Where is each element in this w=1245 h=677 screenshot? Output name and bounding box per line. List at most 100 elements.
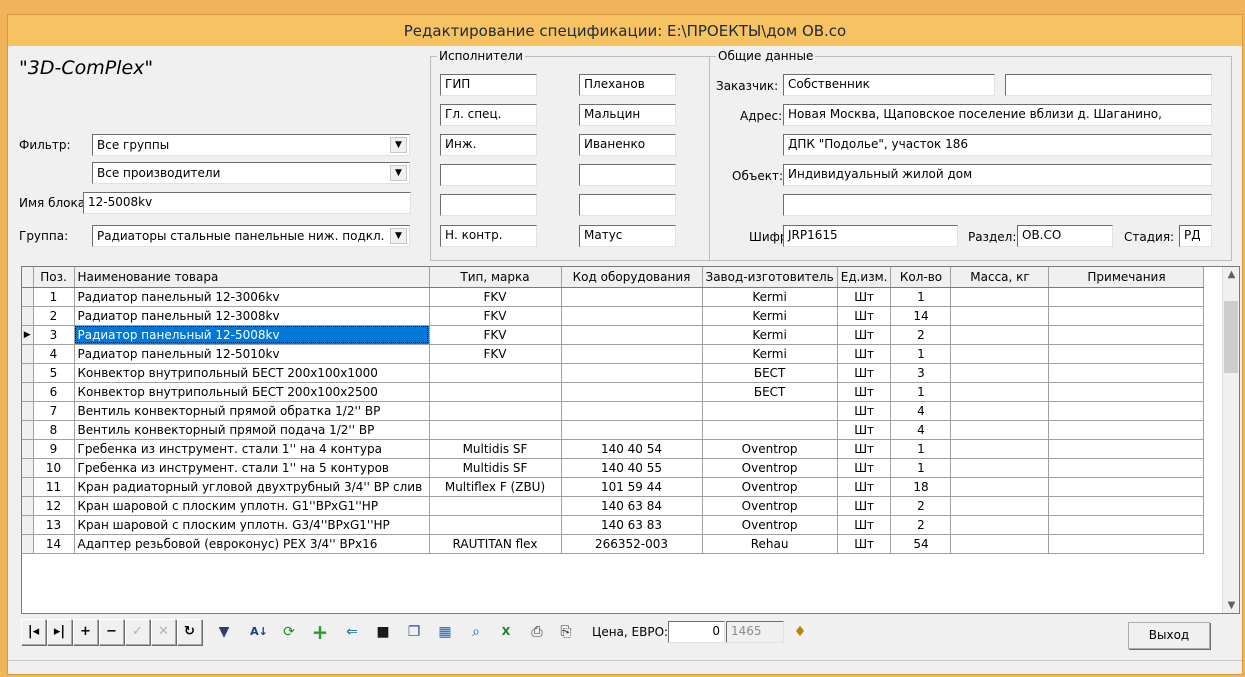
table-cell-notes[interactable] [1048, 515, 1205, 535]
table-cell-type[interactable] [429, 496, 562, 516]
table-cell-mass[interactable] [950, 515, 1050, 535]
table-cell-pos[interactable]: 5 [33, 363, 75, 383]
table-cell-unit[interactable]: Шт [837, 363, 892, 383]
table-cell-pos[interactable]: 14 [33, 534, 75, 554]
table-cell-unit[interactable]: Шт [837, 382, 892, 402]
table-cell-maker[interactable]: Kermi [702, 325, 838, 345]
table-cell-maker[interactable]: Oventrop [702, 477, 838, 497]
row-indicator[interactable] [22, 439, 34, 459]
price-input[interactable]: 0 [668, 621, 725, 643]
table-cell-unit[interactable]: Шт [837, 325, 892, 345]
executor-name-4[interactable] [579, 194, 676, 216]
table-cell-mass[interactable] [950, 458, 1050, 478]
table-cell-maker[interactable]: Oventrop [702, 458, 838, 478]
table-cell-pos[interactable]: 1 [33, 287, 75, 307]
scroll-down-icon[interactable]: ▼ [1223, 600, 1239, 611]
table-cell-unit[interactable]: Шт [837, 439, 892, 459]
table-cell-mass[interactable] [950, 401, 1050, 421]
print-icon[interactable]: ⎙ [524, 619, 550, 645]
table-cell-notes[interactable] [1048, 401, 1205, 421]
section-input[interactable]: ОВ.СО [1017, 225, 1113, 247]
table-cell-notes[interactable] [1048, 344, 1205, 364]
table-cell-mass[interactable] [950, 287, 1050, 307]
table-cell-name[interactable]: Кран шаровой с плоским уплотн. G1''ВРхG1… [74, 496, 430, 516]
address-line1-input[interactable]: Новая Москва, Щаповское поселение вблизи… [783, 104, 1212, 126]
first-record-icon[interactable]: |◂ [21, 619, 46, 645]
column-header-name[interactable]: Наименование товара [74, 267, 430, 288]
column-header-notes[interactable]: Примечания [1048, 267, 1205, 288]
print-preview-icon[interactable]: ⎘ [553, 619, 579, 645]
table-cell-mass[interactable] [950, 534, 1050, 554]
save-icon[interactable]: ■ [370, 619, 396, 645]
title-bar[interactable]: Редактирование спецификации: E:\ПРОЕКТЫ\… [8, 15, 1242, 46]
table-row[interactable]: 8 Вентиль конвекторный прямой подача 1/2'… [22, 420, 1205, 440]
table-cell-code[interactable] [561, 382, 703, 402]
table-cell-type[interactable]: Multidis SF [429, 458, 562, 478]
table-cell-type[interactable]: RAUTITAN flex [429, 534, 562, 554]
table-cell-mass[interactable] [950, 382, 1050, 402]
table-cell-maker[interactable]: Oventrop [702, 496, 838, 516]
table-cell-name[interactable]: Радиатор панельный 12-3008kv [74, 306, 430, 326]
table-cell-notes[interactable] [1048, 534, 1205, 554]
table-cell-type[interactable] [429, 382, 562, 402]
table-cell-type[interactable]: Multiflex F (ZBU) [429, 477, 562, 497]
row-indicator[interactable] [22, 458, 34, 478]
table-cell-name[interactable]: Кран радиаторный угловой двухтрубный 3/4… [74, 477, 430, 497]
table-cell-code[interactable]: 140 63 83 [561, 515, 703, 535]
search-icon[interactable]: ⌕ [463, 619, 489, 645]
group-combo[interactable]: Радиаторы стальные панельные ниж. подкл.… [92, 225, 410, 247]
table-row[interactable]: 11 Кран радиаторный угловой двухтрубный 3… [22, 477, 1205, 497]
row-indicator[interactable] [22, 496, 34, 516]
table-cell-notes[interactable] [1048, 420, 1205, 440]
table-cell-unit[interactable]: Шт [837, 420, 892, 440]
executor-role-1[interactable]: Гл. спец. [440, 104, 537, 126]
table-cell-pos[interactable]: 12 [33, 496, 75, 516]
customer-extra-input[interactable] [1005, 74, 1212, 96]
table-cell-notes[interactable] [1048, 325, 1205, 345]
column-header-mass[interactable]: Масса, кг [950, 267, 1050, 288]
table-icon[interactable]: ▦ [432, 619, 458, 645]
row-indicator[interactable] [22, 287, 34, 307]
table-cell-name[interactable]: Адаптер резьбовой (евроконус) PEX 3/4'' … [74, 534, 430, 554]
table-cell-type[interactable]: FKV [429, 306, 562, 326]
address-line2-input[interactable]: ДПК "Подолье", участок 186 [783, 134, 1212, 156]
table-cell-mass[interactable] [950, 439, 1050, 459]
table-cell-pos[interactable]: 9 [33, 439, 75, 459]
stage-input[interactable]: РД [1179, 225, 1212, 247]
table-cell-qty[interactable]: 2 [890, 325, 952, 345]
table-cell-code[interactable] [561, 420, 703, 440]
recalculate-icon[interactable]: ⟳ [276, 619, 302, 645]
executor-name-1[interactable]: Мальцин [579, 104, 676, 126]
table-cell-maker[interactable]: БЕСТ [702, 363, 838, 383]
refresh-icon[interactable]: ↻ [177, 619, 202, 645]
table-cell-code[interactable]: 140 40 54 [561, 439, 703, 459]
row-indicator[interactable] [22, 534, 34, 554]
clear-brush-icon[interactable]: ♦ [787, 619, 813, 645]
executor-role-0[interactable]: ГИП [440, 74, 537, 96]
chevron-down-icon[interactable]: ▼ [390, 228, 407, 244]
table-cell-pos[interactable]: 13 [33, 515, 75, 535]
chevron-down-icon[interactable]: ▼ [390, 165, 407, 181]
table-cell-notes[interactable] [1048, 458, 1205, 478]
table-cell-maker[interactable]: БЕСТ [702, 382, 838, 402]
table-cell-pos[interactable]: 2 [33, 306, 75, 326]
table-cell-type[interactable]: FKV [429, 287, 562, 307]
table-cell-code[interactable] [561, 344, 703, 364]
table-cell-type[interactable]: Multidis SF [429, 439, 562, 459]
vertical-scrollbar[interactable]: ▲ ▼ [1222, 267, 1239, 613]
table-cell-code[interactable] [561, 306, 703, 326]
table-cell-maker[interactable]: Oventrop [702, 515, 838, 535]
table-row[interactable]: 1 Радиатор панельный 12-3006kv FKV Kermi Шт 1 [22, 287, 1205, 307]
table-cell-mass[interactable] [950, 477, 1050, 497]
row-indicator[interactable]: ▶ [22, 325, 34, 345]
table-cell-mass[interactable] [950, 306, 1050, 326]
row-indicator[interactable] [22, 515, 34, 535]
table-cell-maker[interactable]: Kermi [702, 306, 838, 326]
table-cell-qty[interactable]: 2 [890, 496, 952, 516]
column-header-pos[interactable]: Поз. [33, 267, 75, 288]
table-cell-qty[interactable]: 14 [890, 306, 952, 326]
add-green-icon[interactable]: + [307, 619, 333, 645]
table-cell-code[interactable]: 140 40 55 [561, 458, 703, 478]
table-cell-pos[interactable]: 4 [33, 344, 75, 364]
row-indicator[interactable] [22, 382, 34, 402]
